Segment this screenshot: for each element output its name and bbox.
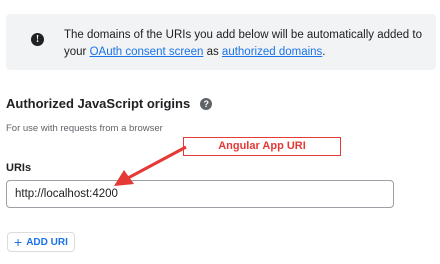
annotation-arrow [114,145,187,186]
